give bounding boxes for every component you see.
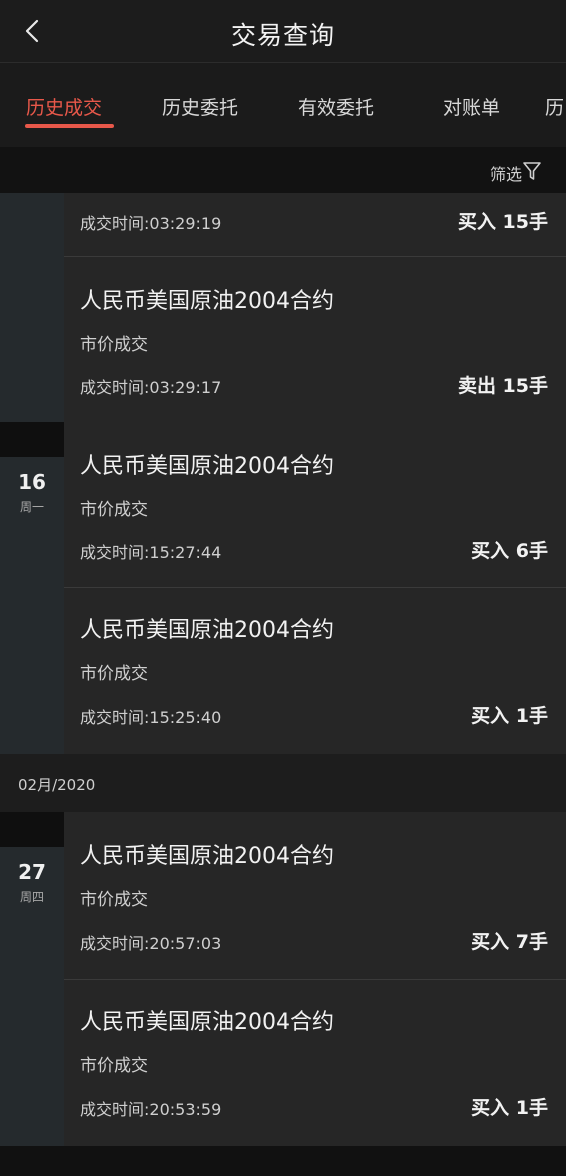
date-column-group-27: 27 周四: [0, 812, 64, 1146]
trade-time: 成交时间:03:29:17: [80, 378, 222, 397]
contract-name: 人民币美国原油2004合约: [80, 844, 334, 869]
contract-name: 人民币美国原油2004合约: [80, 454, 334, 479]
tab-bar: 历史成交 历史委托 有效委托 对账单 历: [0, 63, 566, 147]
trade-time: 成交时间:03:29:19: [80, 214, 222, 233]
filter-bar: 筛选: [0, 147, 566, 193]
trade-time: 成交时间:20:53:59: [80, 1100, 222, 1119]
trade-row[interactable]: 成交时间:03:29:19 买入 15手: [64, 193, 566, 257]
price-type: 市价成交: [80, 664, 148, 684]
date-day: 27: [18, 860, 46, 884]
tab-overflow[interactable]: 历: [545, 93, 564, 120]
month-header: 02月/2020: [0, 754, 566, 812]
date-day: 16: [18, 470, 46, 494]
filter-button[interactable]: 筛选: [490, 161, 522, 185]
trade-action: 买入 1手: [471, 1097, 548, 1119]
bottom-bar: [0, 1146, 566, 1176]
trade-time: 成交时间:15:27:44: [80, 543, 222, 562]
top-app-bar: 交易查询: [0, 0, 566, 63]
trade-action: 卖出 15手: [457, 375, 548, 397]
page-title: 交易查询: [230, 21, 335, 50]
tab-history-orders[interactable]: 历史委托: [162, 93, 238, 120]
tab-statement[interactable]: 对账单: [443, 93, 500, 120]
price-type: 市价成交: [80, 335, 148, 355]
trade-time: 成交时间:20:57:03: [80, 934, 222, 953]
trade-action: 买入 1手: [471, 705, 548, 727]
date-column-cap: [0, 812, 64, 847]
month-label: 02月/2020: [18, 776, 96, 794]
trade-row[interactable]: 人民币美国原油2004合约 市价成交 成交时间:20:57:03 买入 7手: [64, 812, 566, 980]
trade-row[interactable]: 人民币美国原油2004合约 市价成交 成交时间:03:29:17 卖出 15手: [64, 257, 566, 422]
date-weekday: 周四: [19, 890, 44, 904]
funnel-icon[interactable]: [522, 161, 542, 181]
date-weekday: 周一: [19, 500, 44, 514]
contract-name: 人民币美国原油2004合约: [80, 1010, 334, 1035]
trade-action: 买入 6手: [471, 540, 548, 562]
active-tab-indicator: [25, 124, 114, 128]
tab-history-trades[interactable]: 历史成交: [26, 93, 102, 120]
contract-name: 人民币美国原油2004合约: [80, 618, 334, 643]
trade-row[interactable]: 人民币美国原油2004合约 市价成交 成交时间:15:27:44 买入 6手: [64, 422, 566, 588]
trade-row[interactable]: 人民币美国原油2004合约 市价成交 成交时间:20:53:59 买入 1手: [64, 980, 566, 1146]
trade-row[interactable]: 人民币美国原油2004合约 市价成交 成交时间:15:25:40 买入 1手: [64, 588, 566, 754]
date-column-group-16: 16 周一: [0, 193, 64, 754]
tab-active-orders[interactable]: 有效委托: [298, 93, 374, 120]
date-column-cap: [0, 422, 64, 457]
price-type: 市价成交: [80, 1056, 148, 1076]
price-type: 市价成交: [80, 890, 148, 910]
trade-action: 买入 7手: [471, 931, 548, 953]
price-type: 市价成交: [80, 500, 148, 520]
trade-time: 成交时间:15:25:40: [80, 708, 222, 727]
contract-name: 人民币美国原油2004合约: [80, 289, 334, 314]
trade-action: 买入 15手: [457, 211, 548, 233]
